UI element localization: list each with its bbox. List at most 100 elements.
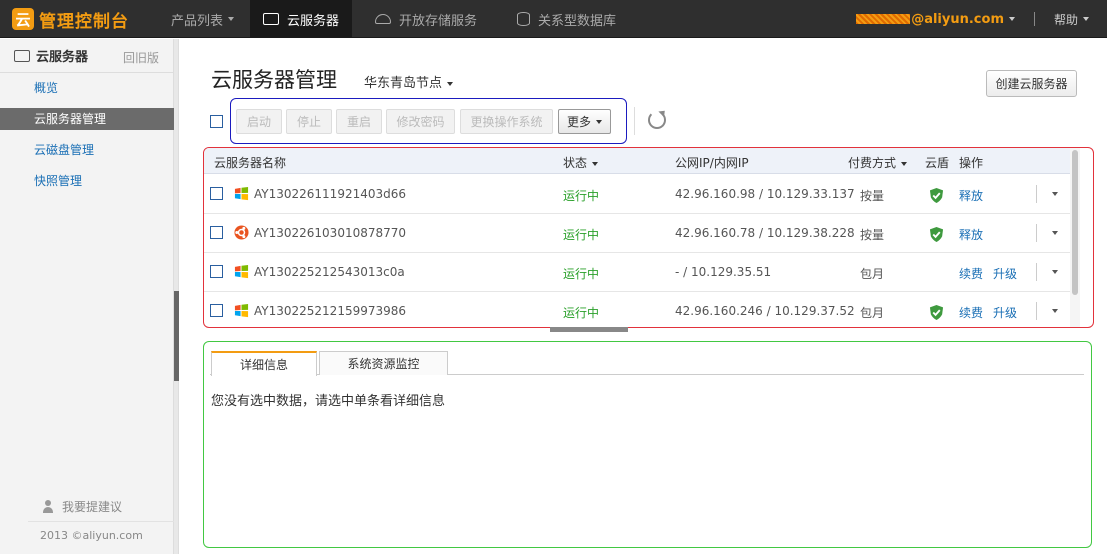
row-action-primary[interactable]: 释放 xyxy=(959,187,983,204)
tab-details[interactable]: 详细信息 xyxy=(211,351,317,376)
row-more-actions[interactable] xyxy=(1036,185,1058,203)
table-row[interactable]: AY130225212543013c0a 运行中 - / 10.129.35.51 包… xyxy=(204,253,1070,292)
windows-logo-icon xyxy=(234,264,249,279)
sidebar-item-snapshot-management[interactable]: 快照管理 xyxy=(0,170,174,192)
help-menu[interactable]: 帮助 xyxy=(1054,0,1090,38)
refresh-icon[interactable] xyxy=(648,111,666,129)
server-name[interactable]: AY130226111921403d66 xyxy=(254,187,406,201)
feedback-label: 我要提建议 xyxy=(62,500,123,514)
nav-rds[interactable]: 关系型数据库 xyxy=(517,0,616,38)
splitter-handle[interactable] xyxy=(174,291,179,381)
chevron-down-icon xyxy=(592,161,599,166)
nav-ecs-label: 云服务器 xyxy=(287,13,340,29)
column-status[interactable]: 状态 xyxy=(563,154,599,171)
server-name[interactable]: AY130225212159973986 xyxy=(254,304,406,318)
row-more-actions[interactable] xyxy=(1036,224,1058,242)
server-icon xyxy=(263,13,279,25)
row-more-actions[interactable] xyxy=(1036,302,1058,320)
aliyun-logo-icon: 云 xyxy=(12,8,34,30)
help-label: 帮助 xyxy=(1054,12,1079,27)
row-action-secondary[interactable]: 升级 xyxy=(993,304,1017,321)
divider xyxy=(28,521,174,522)
table-row[interactable]: AY130226111921403d66 运行中 42.96.160.98 / 10… xyxy=(204,175,1070,214)
restart-button[interactable]: 重启 xyxy=(336,109,382,134)
server-status: 运行中 xyxy=(563,228,600,242)
server-ip: 42.96.160.98 / 10.129.33.137 xyxy=(675,187,855,201)
column-name: 云服务器名称 xyxy=(214,156,287,170)
change-password-button[interactable]: 修改密码 xyxy=(386,109,455,134)
detail-panel: 详细信息 系统资源监控 您没有选中数据，请选中单条看详细信息 xyxy=(203,341,1092,548)
table-row[interactable]: AY130225212159973986 运行中 42.96.160.246 / 1… xyxy=(204,292,1070,327)
row-more-actions[interactable] xyxy=(1036,263,1058,281)
billing-method: 按量 xyxy=(860,189,885,203)
sidebar-splitter[interactable] xyxy=(174,39,179,554)
sidebar: 云服务器 回旧版 概览 云服务器管理 云磁盘管理 快照管理 我要提建议 2013… xyxy=(0,39,174,554)
select-all-checkbox[interactable] xyxy=(210,115,223,128)
sidebar-item-ecs-management[interactable]: 云服务器管理 xyxy=(0,108,174,130)
server-ip: 42.96.160.78 / 10.129.38.228 xyxy=(675,226,855,240)
more-actions-button[interactable]: 更多 xyxy=(558,109,611,134)
divider xyxy=(1034,12,1035,26)
chevron-down-icon xyxy=(1052,231,1058,235)
console-logo[interactable]: 云 管理控制台 xyxy=(12,7,129,32)
change-os-button[interactable]: 更换操作系统 xyxy=(460,109,553,134)
row-checkbox[interactable] xyxy=(210,304,223,317)
chevron-down-icon xyxy=(1009,17,1015,21)
server-name[interactable]: AY130226103010878770 xyxy=(254,226,406,240)
shield-icon xyxy=(929,305,944,320)
row-action-primary[interactable]: 续费 xyxy=(959,304,983,321)
sidebar-item-disk-management[interactable]: 云磁盘管理 xyxy=(0,139,174,161)
start-button[interactable]: 启动 xyxy=(236,109,282,134)
console-title: 管理控制台 xyxy=(39,11,129,32)
sidebar-title: 云服务器 xyxy=(36,50,89,65)
back-to-old-version-link[interactable]: 回旧版 xyxy=(123,49,159,66)
page-title: 云服务器管理 xyxy=(211,68,337,92)
column-ip: 公网IP/内网IP xyxy=(675,156,749,170)
server-status: 运行中 xyxy=(563,267,600,281)
server-ip: - / 10.129.35.51 xyxy=(675,265,772,279)
column-status-label: 状态 xyxy=(563,156,588,170)
action-toolbar: 启动 停止 重启 修改密码 更换操作系统 更多 xyxy=(230,98,627,144)
server-name[interactable]: AY130225212543013c0a xyxy=(254,265,405,279)
table-row[interactable]: AY130226103010878770 运行中 42.96.160.78 / 10… xyxy=(204,214,1070,253)
chevron-down-icon xyxy=(228,17,235,21)
tab-resource-monitor[interactable]: 系统资源监控 xyxy=(319,351,448,375)
chevron-down-icon xyxy=(1052,270,1058,274)
pane-splitter-handle[interactable] xyxy=(550,327,628,332)
server-table: 云服务器名称 状态 公网IP/内网IP 付费方式 云盾 操作 AY1302261… xyxy=(203,147,1094,328)
nav-oss[interactable]: 开放存储服务 xyxy=(375,0,477,38)
copyright: 2013 ©aliyun.com xyxy=(40,529,143,542)
stop-button[interactable]: 停止 xyxy=(286,109,332,134)
column-billing[interactable]: 付费方式 xyxy=(848,154,908,171)
region-selector[interactable]: 华东青岛节点 xyxy=(364,72,454,91)
chevron-down-icon xyxy=(901,161,908,166)
server-status: 运行中 xyxy=(563,189,600,203)
row-action-primary[interactable]: 释放 xyxy=(959,226,983,243)
server-ip: 42.96.160.246 / 10.129.37.52 xyxy=(675,304,855,318)
nav-ecs[interactable]: 云服务器 xyxy=(250,0,353,38)
billing-method: 包月 xyxy=(860,306,885,320)
chevron-down-icon xyxy=(596,119,602,124)
server-icon xyxy=(14,49,30,62)
redacted-username xyxy=(856,14,911,24)
sidebar-header: 云服务器 回旧版 xyxy=(0,39,173,73)
server-status: 运行中 xyxy=(563,306,600,320)
divider xyxy=(634,107,635,135)
row-checkbox[interactable] xyxy=(210,265,223,278)
person-icon xyxy=(42,499,56,514)
user-account-menu[interactable]: @aliyun.com xyxy=(856,0,1015,38)
database-icon xyxy=(517,12,530,26)
region-label: 华东青岛节点 xyxy=(364,76,443,91)
billing-method: 按量 xyxy=(860,228,885,242)
feedback-link[interactable]: 我要提建议 xyxy=(42,498,122,515)
row-action-secondary[interactable]: 升级 xyxy=(993,265,1017,282)
create-server-button[interactable]: 创建云服务器 xyxy=(986,70,1077,97)
cloud-storage-icon xyxy=(375,14,391,24)
scrollbar-thumb[interactable] xyxy=(1072,150,1078,295)
shield-icon xyxy=(929,227,944,242)
row-checkbox[interactable] xyxy=(210,187,223,200)
row-checkbox[interactable] xyxy=(210,226,223,239)
sidebar-item-overview[interactable]: 概览 xyxy=(0,77,174,99)
nav-product-list[interactable]: 产品列表 xyxy=(171,0,235,38)
row-action-primary[interactable]: 续费 xyxy=(959,265,983,282)
